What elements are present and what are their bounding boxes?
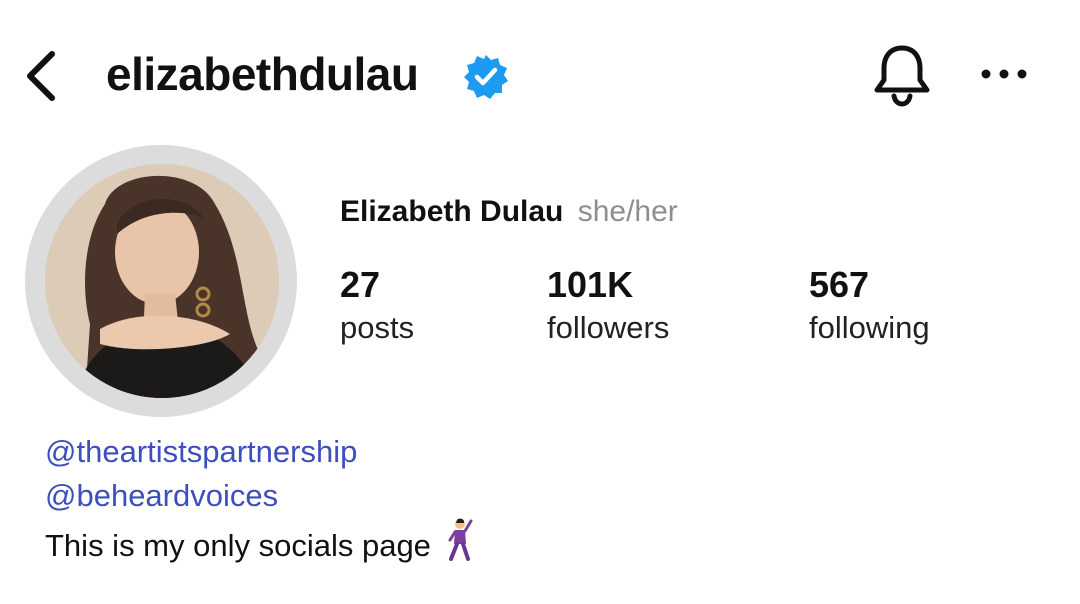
display-name: Elizabeth Dulau	[340, 195, 564, 228]
bio: @theartistspartnership @beheardvoices Th…	[45, 430, 475, 568]
back-chevron-icon[interactable]	[20, 48, 64, 104]
stat-posts[interactable]: 27 posts	[340, 262, 414, 348]
man-dancing-emoji-icon	[448, 518, 473, 561]
avatar[interactable]	[45, 164, 279, 398]
bio-text: This is my only socials page	[45, 528, 431, 563]
stat-following[interactable]: 567 following	[809, 262, 930, 348]
more-options-icon[interactable]	[978, 62, 1030, 86]
pronouns: she/her	[577, 195, 678, 228]
bio-link-artists-partnership[interactable]: @theartistspartnership	[45, 430, 475, 474]
stat-followers-label: followers	[547, 310, 670, 345]
stat-posts-value: 27	[340, 264, 381, 305]
stat-following-label: following	[809, 310, 930, 345]
profile-header: elizabethdulau	[0, 0, 1080, 150]
stat-followers[interactable]: 101K followers	[547, 262, 669, 348]
profile-username: elizabethdulau	[106, 48, 419, 100]
verified-badge-icon	[464, 55, 508, 99]
bio-text-line: This is my only socials page	[45, 518, 475, 568]
notification-bell-icon[interactable]	[870, 42, 934, 108]
bio-link-beheardvoices[interactable]: @beheardvoices	[45, 474, 475, 518]
profile-photo	[45, 164, 279, 398]
profile-name-line: Elizabeth Dulau she/her	[340, 192, 678, 232]
stat-posts-label: posts	[340, 310, 415, 345]
stat-following-value: 567	[809, 264, 870, 305]
stat-followers-value: 101K	[547, 264, 634, 305]
